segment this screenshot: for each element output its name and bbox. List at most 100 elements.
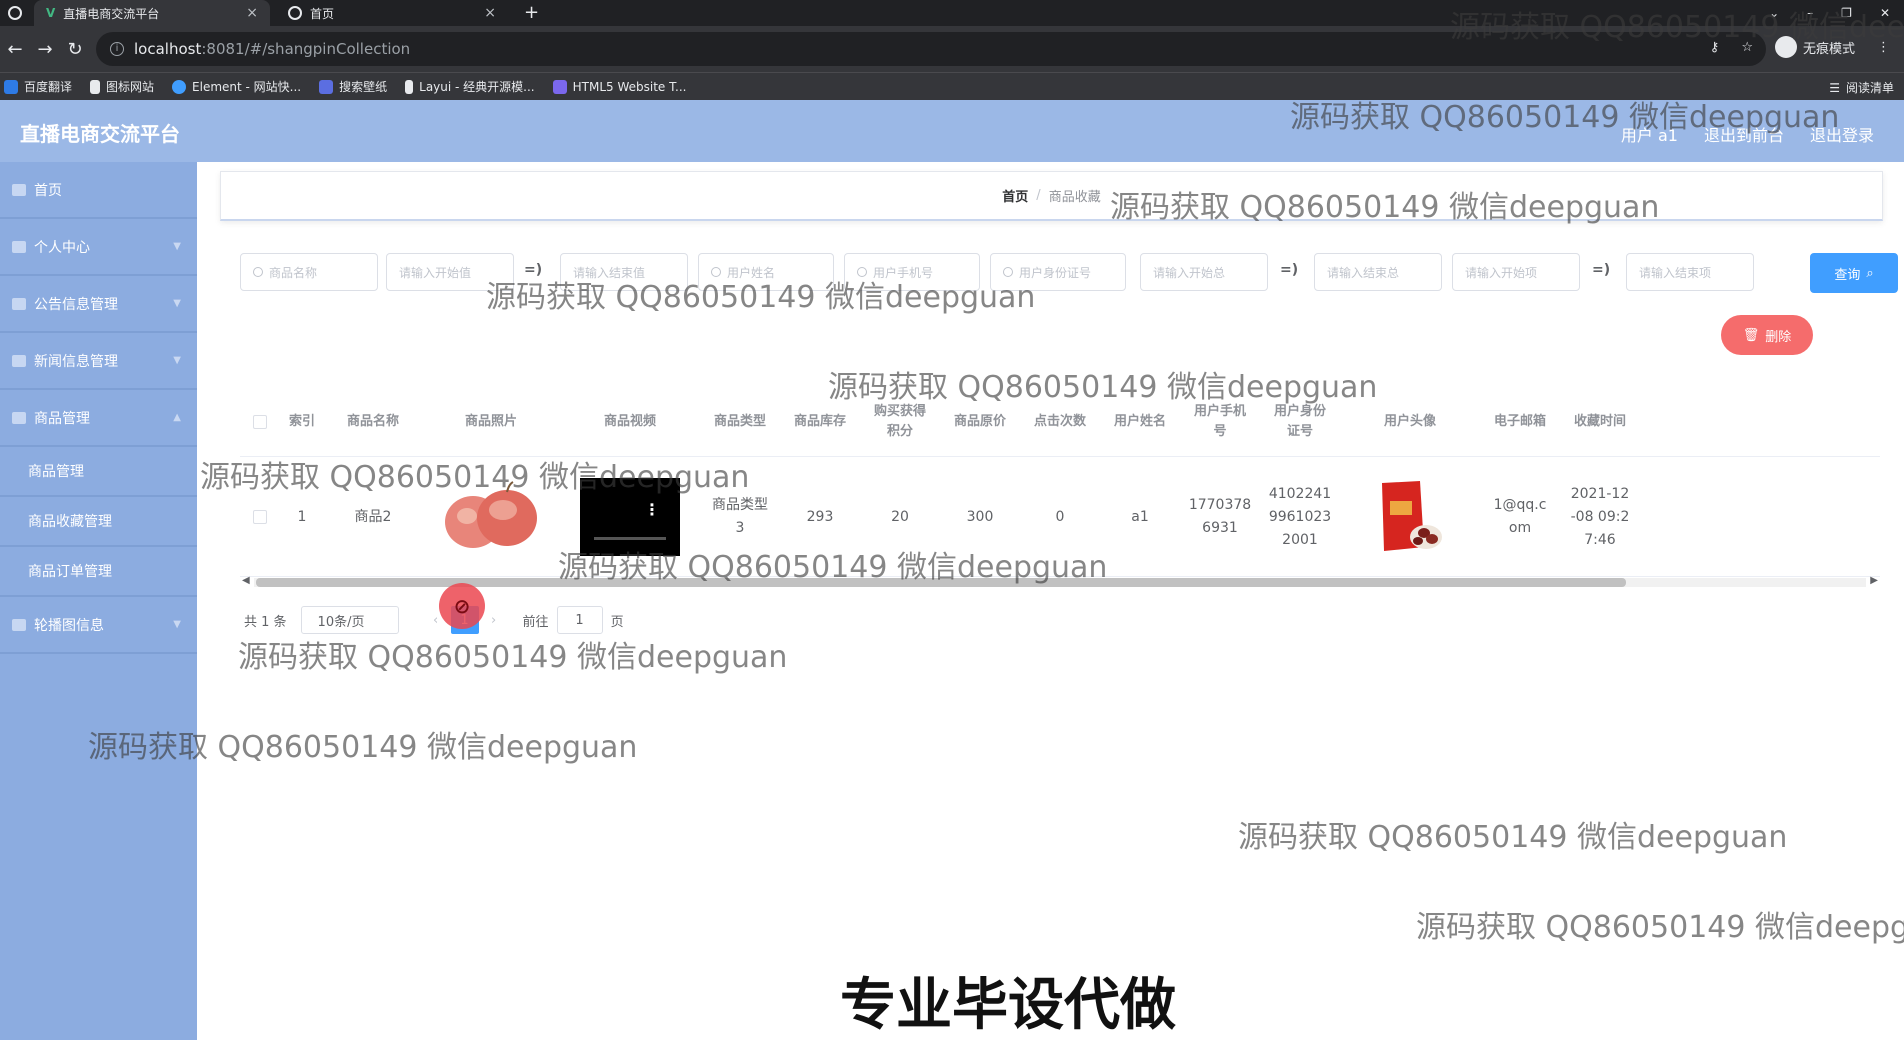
chevron-down-icon: ▼ bbox=[173, 355, 181, 366]
page-jumper: 前往 1 页 bbox=[523, 606, 624, 634]
new-tab-button[interactable]: + bbox=[524, 0, 539, 26]
chevron-down-icon[interactable]: ⌄ bbox=[1769, 6, 1779, 20]
bookmark-item[interactable]: HTML5 Website T... bbox=[552, 79, 687, 94]
search-icon bbox=[711, 267, 721, 277]
sidebar-item-carousel[interactable]: 轮播图信息 ▼ bbox=[0, 597, 197, 654]
col-name: 商品名称 bbox=[346, 414, 399, 429]
bookmark-item[interactable]: 图标网站 bbox=[90, 78, 154, 95]
bookmark-item[interactable]: Element - 网站快... bbox=[172, 78, 301, 95]
range-arrow: =) bbox=[1592, 262, 1611, 278]
range-start-input[interactable]: 请输入开始值 bbox=[386, 253, 514, 291]
forward-icon[interactable]: → bbox=[30, 39, 60, 60]
address-bar[interactable]: i localhost :8081/#/shangpinCollection bbox=[96, 32, 1766, 66]
range-arrow: =) bbox=[524, 262, 543, 278]
table-row[interactable]: 1 商品2 ⋮ 商品类型 3 293 20 300 0 a1 1770378 6… bbox=[240, 457, 1880, 577]
sidebar-item-home[interactable]: 首页 bbox=[0, 162, 197, 219]
breadcrumb-home[interactable]: 首页 bbox=[1002, 186, 1028, 205]
url-host: localhost bbox=[134, 40, 202, 58]
header-links: 用户 a1 退出到前台 退出登录 bbox=[1621, 122, 1874, 146]
table-horizontal-scrollbar[interactable]: ◀ ▶ bbox=[240, 575, 1880, 589]
restore-icon[interactable]: ❐ bbox=[1841, 6, 1852, 20]
col-photo: 商品照片 bbox=[464, 414, 517, 429]
range-end-input[interactable]: 请输入结束总 bbox=[1314, 253, 1442, 291]
reading-list-label: 阅读清单 bbox=[1845, 81, 1894, 95]
incognito-badge[interactable]: 无痕模式 bbox=[1774, 36, 1855, 58]
select-all-checkbox[interactable] bbox=[240, 387, 280, 457]
breadcrumb-separator: / bbox=[1036, 188, 1041, 203]
chevron-down-icon: ▼ bbox=[173, 298, 181, 309]
cell-price: 300 bbox=[966, 508, 994, 525]
minimize-icon[interactable]: – bbox=[1807, 6, 1813, 20]
incognito-label: 无痕模式 bbox=[1802, 41, 1855, 57]
bookmark-label: 百度翻译 bbox=[24, 80, 73, 94]
browser-tab-bar: V 直播电商交流平台 × 首页 × + ⌄ – ❐ ✕ bbox=[0, 0, 1904, 26]
reading-list-icon: ☰ bbox=[1829, 80, 1840, 95]
sidebar-item-profile[interactable]: 个人中心 ▼ bbox=[0, 219, 197, 276]
search-icon bbox=[857, 267, 867, 277]
wallpaper-icon bbox=[319, 79, 334, 94]
search-icon bbox=[253, 267, 263, 277]
range-end-input[interactable]: 请输入结束值 bbox=[560, 253, 688, 291]
bookmark-label: 图标网站 bbox=[106, 80, 155, 94]
user-name-input[interactable]: 用户姓名 bbox=[698, 253, 834, 291]
col-index: 索引 bbox=[288, 414, 315, 429]
sidebar-subitem-goods-order[interactable]: 商品订单管理 bbox=[0, 547, 197, 597]
tab-close-icon[interactable]: × bbox=[484, 5, 496, 21]
news-icon bbox=[12, 354, 26, 367]
sidebar-subitem-goods-collection[interactable]: 商品收藏管理 bbox=[0, 497, 197, 547]
element-icon bbox=[172, 79, 187, 94]
incognito-icon bbox=[1774, 36, 1797, 58]
info-icon[interactable]: i bbox=[110, 42, 124, 56]
page-size-select[interactable]: 10条/页 bbox=[300, 606, 399, 634]
sidebar-item-news[interactable]: 新闻信息管理 ▼ bbox=[0, 333, 197, 390]
delete-button[interactable]: 🗑 删除 bbox=[1721, 315, 1813, 355]
range-arrow: =) bbox=[1280, 262, 1299, 278]
query-button[interactable]: 查询 ⌕ bbox=[1810, 253, 1898, 293]
row-checkbox[interactable] bbox=[240, 457, 280, 577]
bookmark-item[interactable]: 搜索壁纸 bbox=[319, 78, 387, 95]
range-end-input[interactable]: 请输入结束项 bbox=[1626, 253, 1754, 291]
goto-page-input[interactable]: 1 bbox=[556, 606, 603, 634]
sidebar-item-label: 个人中心 bbox=[34, 239, 90, 256]
range-start-input[interactable]: 请输入开始总 bbox=[1140, 253, 1268, 291]
bookmark-item[interactable]: 百度翻译 bbox=[4, 78, 72, 95]
scroll-left-icon[interactable]: ◀ bbox=[242, 575, 250, 586]
bookmark-item[interactable]: Layui - 经典开源模... bbox=[405, 78, 535, 95]
cell-email: 1@qq.c om bbox=[1493, 497, 1547, 536]
tab-home-title: 首页 bbox=[310, 6, 335, 21]
user-avatar[interactable] bbox=[1340, 457, 1480, 577]
bookmark-label: HTML5 Website T... bbox=[572, 79, 687, 94]
browser-menu-icon[interactable] bbox=[8, 0, 22, 26]
more-vertical-icon[interactable]: ⋮ bbox=[644, 498, 660, 521]
more-icon[interactable]: ⋮ bbox=[1877, 40, 1890, 55]
pagination-total: 共 1 条 bbox=[244, 614, 287, 630]
goods-video[interactable]: ⋮ bbox=[560, 457, 700, 577]
sidebar-item-goods[interactable]: 商品管理 ▲ bbox=[0, 390, 197, 447]
logout-link[interactable]: 退出登录 bbox=[1810, 122, 1874, 146]
video-player[interactable]: ⋮ bbox=[580, 478, 680, 556]
sidebar-item-notice[interactable]: 公告信息管理 ▼ bbox=[0, 276, 197, 333]
tab-close-icon[interactable]: × bbox=[246, 5, 258, 21]
range-start-input[interactable]: 请输入开始项 bbox=[1452, 253, 1580, 291]
url-path: :8081/#/shangpinCollection bbox=[201, 40, 411, 58]
reload-icon[interactable]: ↻ bbox=[60, 39, 90, 60]
bookmarks-bar: 百度翻译 图标网站 Element - 网站快... 搜索壁纸 Layui - … bbox=[0, 72, 1904, 100]
scroll-right-icon[interactable]: ▶ bbox=[1870, 575, 1878, 586]
user-phone-input[interactable]: 用户手机号 bbox=[844, 253, 980, 291]
tab-app[interactable]: V 直播电商交流平台 × bbox=[34, 0, 270, 26]
bookmark-label: Layui - 经典开源模... bbox=[419, 80, 535, 94]
reading-list[interactable]: ☰ 阅读清单 bbox=[1829, 79, 1894, 96]
back-to-frontend-link[interactable]: 退出到前台 bbox=[1704, 122, 1784, 146]
goods-name-input[interactable]: 商品名称 bbox=[240, 253, 378, 291]
goods-photo[interactable] bbox=[422, 457, 560, 577]
star-icon[interactable]: ☆ bbox=[1741, 40, 1753, 55]
key-icon[interactable]: ⚷ bbox=[1710, 40, 1720, 55]
col-clicks: 点击次数 bbox=[1033, 414, 1086, 429]
close-window-icon[interactable]: ✕ bbox=[1880, 6, 1890, 20]
tab-home[interactable]: 首页 × bbox=[276, 0, 508, 26]
sidebar-subitem-goods[interactable]: 商品管理 bbox=[0, 447, 197, 497]
user-idcard-input[interactable]: 用户身份证号 bbox=[990, 253, 1126, 291]
back-icon[interactable]: ← bbox=[0, 39, 30, 60]
page-unit-label: 页 bbox=[610, 614, 624, 630]
cell-type: 商品类型 3 bbox=[712, 497, 768, 536]
